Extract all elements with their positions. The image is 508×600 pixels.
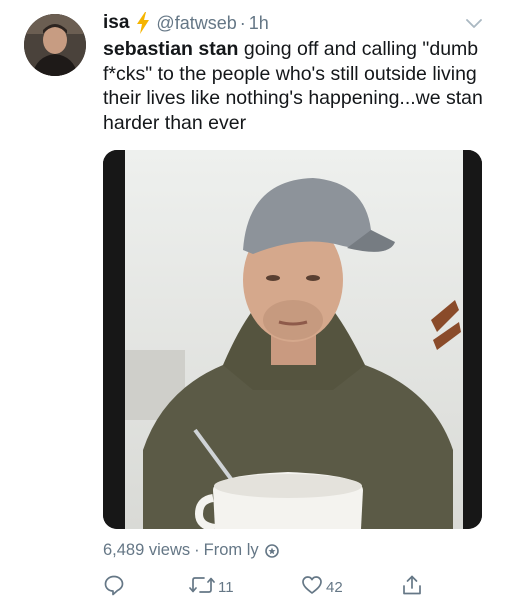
tweet-header: isa @fatwseb · 1h <box>103 10 488 36</box>
retweet-icon <box>189 574 215 600</box>
reply-icon <box>103 574 125 600</box>
source-label[interactable]: From ly <box>204 541 259 560</box>
lightning-bolt-icon <box>136 12 150 34</box>
share-icon <box>401 574 423 600</box>
retweet-button[interactable]: 11 <box>189 574 234 600</box>
circle-badge-icon <box>264 543 279 558</box>
view-count: 6,489 views <box>103 541 191 559</box>
like-button[interactable]: 42 <box>301 574 343 600</box>
timestamp[interactable]: 1h <box>249 13 269 34</box>
video-frame <box>103 150 482 529</box>
tweet-actions: 11 42 <box>103 574 433 600</box>
display-name[interactable]: isa <box>103 12 129 34</box>
avatar[interactable] <box>24 14 86 76</box>
user-handle[interactable]: @fatwseb <box>156 13 236 34</box>
tweet-text-bold: sebastian stan <box>103 38 239 60</box>
retweet-count: 11 <box>218 578 234 596</box>
share-button[interactable] <box>401 574 423 600</box>
reply-button[interactable] <box>103 574 128 600</box>
meta-separator: · <box>194 541 200 559</box>
tweet-meta: 6,489 views · From ly <box>103 541 279 560</box>
tweet-video[interactable] <box>103 150 482 529</box>
heart-icon <box>301 574 323 600</box>
tweet-text: sebastian stan going off and calling "du… <box>103 37 493 135</box>
chevron-down-icon[interactable] <box>466 16 482 34</box>
avatar-image <box>24 14 86 76</box>
time-separator: · <box>239 12 246 33</box>
like-count: 42 <box>326 578 343 596</box>
